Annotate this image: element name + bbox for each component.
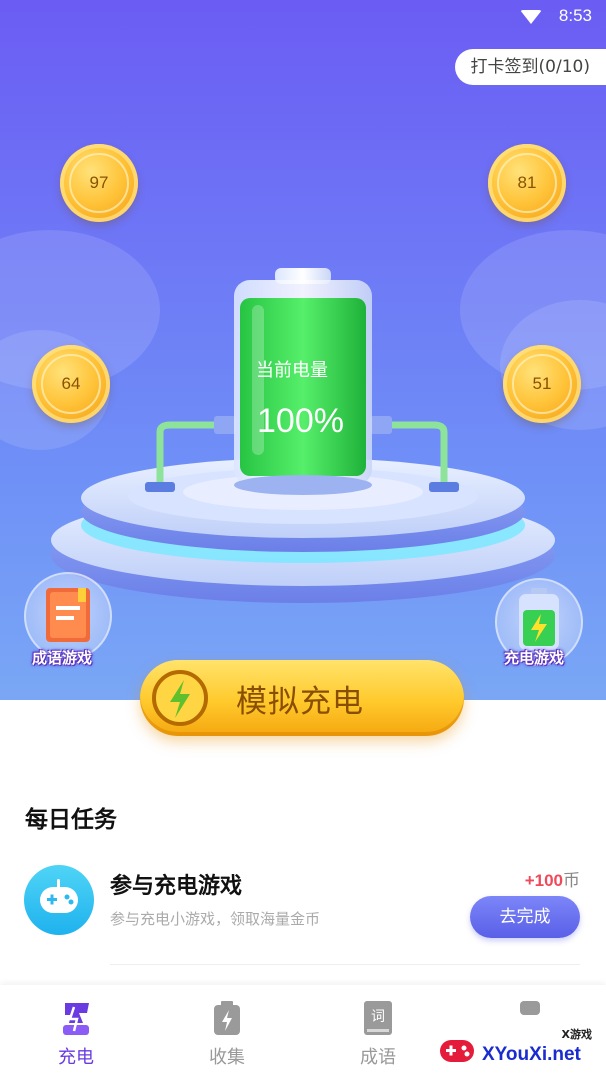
charge-game-label[interactable]: 充电游戏	[504, 647, 564, 668]
idiom-tab-icon: 词	[364, 1001, 392, 1035]
svg-text:词: 词	[371, 1009, 385, 1025]
coin-value: 64	[61, 374, 81, 393]
watermark-sub: X游戏	[561, 1028, 592, 1041]
collect-tab-icon	[214, 1001, 240, 1035]
reward-unit: 币	[563, 871, 580, 891]
gamepad-logo-icon	[440, 1040, 474, 1062]
book-icon	[46, 588, 90, 642]
nav-label: 收集	[209, 1047, 245, 1068]
task-item: 参与充电游戏 参与充电小游戏，领取海量金币 +100币 去完成	[0, 850, 606, 960]
watermark: X游戏 XYouXi.net	[432, 1018, 604, 1080]
nav-tab-idiom[interactable]: 词 成语	[318, 985, 438, 1080]
task-reward: +100币	[525, 866, 580, 891]
reward-amount: +100	[524, 871, 563, 890]
task-description: 参与充电小游戏，领取海量金币	[110, 910, 321, 928]
nav-tab-collect[interactable]: 收集	[167, 985, 287, 1080]
simulate-charge-label: 模拟充电	[236, 684, 364, 720]
daily-tasks-title: 每日任务	[25, 807, 117, 833]
battery-percent: 100%	[257, 402, 344, 440]
task-name: 参与充电游戏	[110, 874, 243, 899]
lightning-icon	[152, 670, 208, 726]
nav-label: 充电	[58, 1047, 94, 1068]
coin-value: 51	[532, 374, 552, 393]
coin-value: 97	[89, 173, 109, 192]
nav-tab-charge[interactable]: 充电	[16, 985, 136, 1080]
gamepad-icon	[24, 865, 94, 935]
charge-tab-icon	[63, 1003, 89, 1035]
complete-task-button[interactable]: 去完成	[470, 896, 580, 938]
watermark-main: XYouXi.net	[482, 1044, 581, 1065]
hero-section: 8:53 打卡签到(0/10) 97 81 64 51 当前电量 100% 成语…	[0, 0, 606, 700]
divider	[110, 964, 580, 965]
simulate-charge-button[interactable]: 模拟充电	[140, 660, 464, 736]
nav-label: 成语	[360, 1047, 396, 1068]
coin-value: 81	[517, 173, 537, 192]
idiom-game-label[interactable]: 成语游戏	[32, 647, 92, 668]
battery-label: 当前电量	[256, 360, 328, 381]
